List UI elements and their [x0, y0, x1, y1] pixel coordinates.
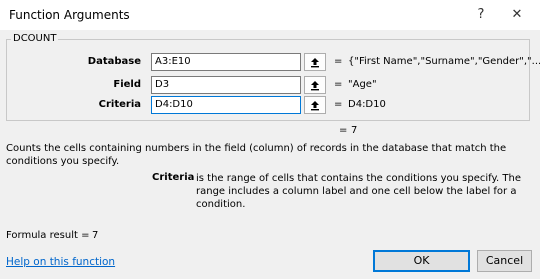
function-description: Counts the cells containing numbers in t… [6, 143, 507, 167]
criteria-equals: = [334, 99, 343, 110]
close-button[interactable]: ✕ [504, 4, 530, 26]
current-argument-description: is the range of cells that contains the … [196, 173, 521, 210]
criteria-label: Criteria [98, 99, 141, 110]
criteria-input[interactable]: D4:D10 [151, 96, 301, 114]
formula-result-label: Formula result = [6, 230, 90, 241]
ok-button[interactable]: OK [373, 250, 470, 272]
field-label: Field [113, 79, 141, 90]
field-preview: "Age" [348, 79, 377, 90]
dialog-title: Function Arguments [9, 8, 130, 22]
result-preview: 7 [351, 125, 358, 136]
database-input[interactable]: A3:E10 [151, 53, 301, 71]
current-argument-name: Criteria [152, 172, 195, 183]
collapse-dialog-icon [311, 58, 319, 68]
help-link[interactable]: Help on this function [6, 256, 115, 268]
database-preview: {"First Name","Surname","Gender","... [348, 56, 540, 67]
cancel-button[interactable]: Cancel [477, 250, 532, 272]
collapse-dialog-icon [311, 81, 319, 91]
help-button[interactable]: ? [468, 4, 494, 26]
criteria-preview: D4:D10 [348, 99, 386, 110]
field-input[interactable]: D3 [151, 76, 301, 94]
function-name: DCOUNT [11, 33, 59, 44]
field-collapse-button[interactable] [304, 76, 326, 94]
database-collapse-button[interactable] [304, 53, 326, 71]
database-label: Database [87, 56, 141, 67]
criteria-collapse-button[interactable] [304, 96, 326, 114]
formula-result-value: 7 [92, 230, 99, 241]
collapse-dialog-icon [311, 101, 319, 111]
field-equals: = [334, 79, 343, 90]
result-equals: = [339, 125, 348, 136]
database-equals: = [334, 56, 343, 67]
